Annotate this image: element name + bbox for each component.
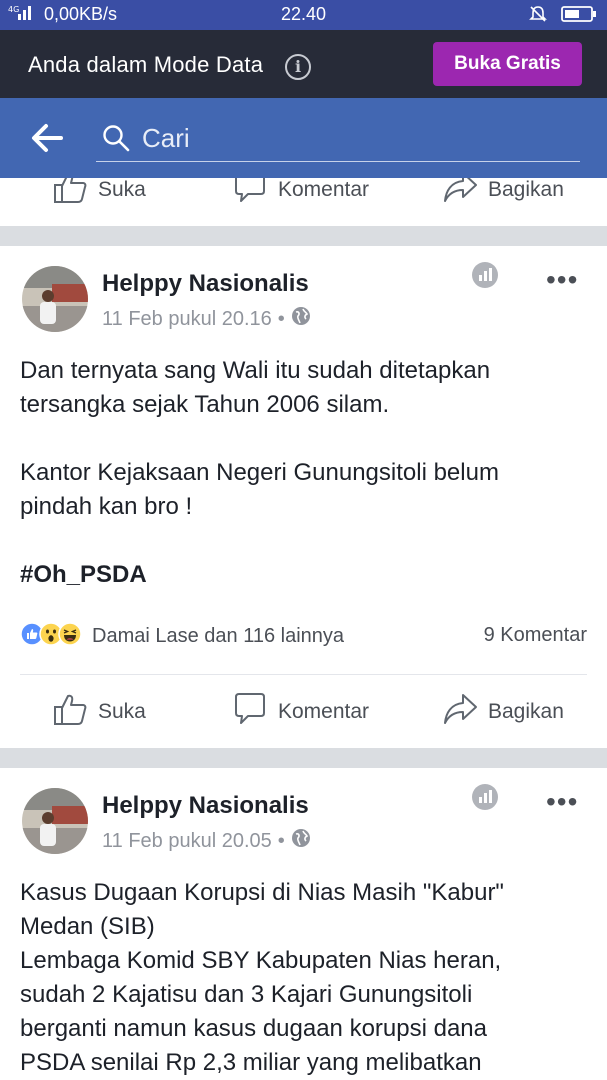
like-label: Suka: [98, 178, 146, 201]
like-label: Suka: [98, 700, 146, 723]
comment-icon: [232, 178, 268, 210]
globe-icon: [291, 306, 311, 332]
share-button[interactable]: Bagikan: [442, 682, 564, 742]
timestamp[interactable]: 11 Feb pukul 20.05: [102, 830, 272, 853]
more-options-icon[interactable]: •••: [546, 264, 578, 296]
comment-label: Komentar: [278, 178, 370, 201]
post-body: Kasus Dugaan Korupsi di Nias Masih "Kabu…: [20, 876, 590, 1080]
globe-icon: [291, 828, 311, 854]
data-mode-message: Anda dalam Mode Data: [28, 52, 264, 77]
thumbs-up-icon: [52, 692, 88, 732]
post-text-line: PSDA senilai Rp 2,3 miliar yang melibatk…: [20, 1049, 482, 1076]
search-header: [0, 98, 607, 178]
share-button[interactable]: Bagikan: [442, 178, 564, 220]
search-icon: [102, 124, 130, 157]
buka-gratis-button[interactable]: Buka Gratis: [433, 42, 582, 86]
post-card: Helppy Nasionalis 11 Feb pukul 20.16 • •…: [0, 246, 607, 748]
insights-icon[interactable]: [472, 262, 498, 288]
search-input[interactable]: [142, 120, 562, 156]
post-body: Dan ternyata sang Wali itu sudah ditetap…: [20, 354, 590, 592]
post-text-line: Dan ternyata sang Wali itu sudah ditetap…: [20, 357, 491, 384]
insights-icon[interactable]: [472, 784, 498, 810]
bell-muted-icon: [529, 5, 547, 28]
comment-button[interactable]: Komentar: [232, 178, 369, 220]
separator-dot: •: [277, 307, 285, 330]
comment-count[interactable]: 9 Komentar: [484, 624, 587, 647]
data-mode-bar: Anda dalam Mode Data i Buka Gratis: [0, 30, 607, 98]
avatar[interactable]: [22, 266, 88, 332]
comment-label: Komentar: [278, 700, 370, 723]
comment-button[interactable]: Komentar: [232, 682, 369, 742]
share-icon: [442, 178, 478, 210]
thumbs-up-icon: [52, 178, 88, 210]
post-text-line: Kasus Dugaan Korupsi di Nias Masih "Kabu…: [20, 879, 504, 906]
post-meta: 11 Feb pukul 20.16 •: [102, 306, 311, 332]
post-text-line: [20, 422, 590, 456]
post-text-line: Lembaga Komid SBY Kabupaten Nias heran,: [20, 947, 502, 974]
post-text-line: Medan (SIB): [20, 913, 155, 940]
author-name[interactable]: Helppy Nasionalis: [102, 270, 309, 298]
post-text-line: tersangka sejak Tahun 2006 silam.: [20, 391, 390, 418]
status-bar: 4G 0,00KB/s 22.40: [0, 0, 607, 30]
avatar[interactable]: [22, 788, 88, 854]
battery-icon: [561, 5, 597, 28]
post-meta: 11 Feb pukul 20.05 •: [102, 828, 311, 854]
post-card: Helppy Nasionalis 11 Feb pukul 20.05 • •…: [0, 768, 607, 1080]
more-options-icon[interactable]: •••: [546, 786, 578, 818]
divider: [20, 674, 587, 675]
search-field[interactable]: [96, 114, 580, 162]
post-text-line: pindah kan bro !: [20, 493, 193, 520]
previous-post-footer: Suka Komentar Bagikan: [0, 178, 607, 226]
post-text-line: Kantor Kejaksaan Negeri Gunungsitoli bel…: [20, 459, 499, 486]
post-text-line: [20, 524, 590, 558]
hashtag-link[interactable]: #Oh_PSDA: [20, 558, 590, 592]
share-icon: [442, 692, 478, 732]
post-actions: Suka Komentar Bagikan: [0, 682, 607, 742]
post-text-line: sudah 2 Kajatisu dan 3 Kajari Gunungsito…: [20, 981, 473, 1008]
reaction-names: Damai Lase dan 116 lainnya: [92, 624, 345, 647]
share-label: Bagikan: [488, 700, 564, 723]
author-name[interactable]: Helppy Nasionalis: [102, 792, 309, 820]
haha-reaction-icon: [58, 621, 82, 651]
share-label: Bagikan: [488, 178, 564, 201]
info-icon[interactable]: i: [285, 54, 311, 80]
clock: 22.40: [280, 4, 327, 24]
comment-icon: [232, 692, 268, 732]
reaction-summary[interactable]: Damai Lase dan 116 lainnya: [20, 621, 344, 651]
like-button[interactable]: Suka: [52, 682, 146, 742]
separator-dot: •: [277, 829, 285, 852]
timestamp[interactable]: 11 Feb pukul 20.16: [102, 308, 272, 331]
post-text-line: berganti namun kasus dugaan korupsi dana: [20, 1015, 487, 1042]
like-button[interactable]: Suka: [52, 178, 146, 220]
back-arrow-icon[interactable]: [30, 122, 64, 159]
